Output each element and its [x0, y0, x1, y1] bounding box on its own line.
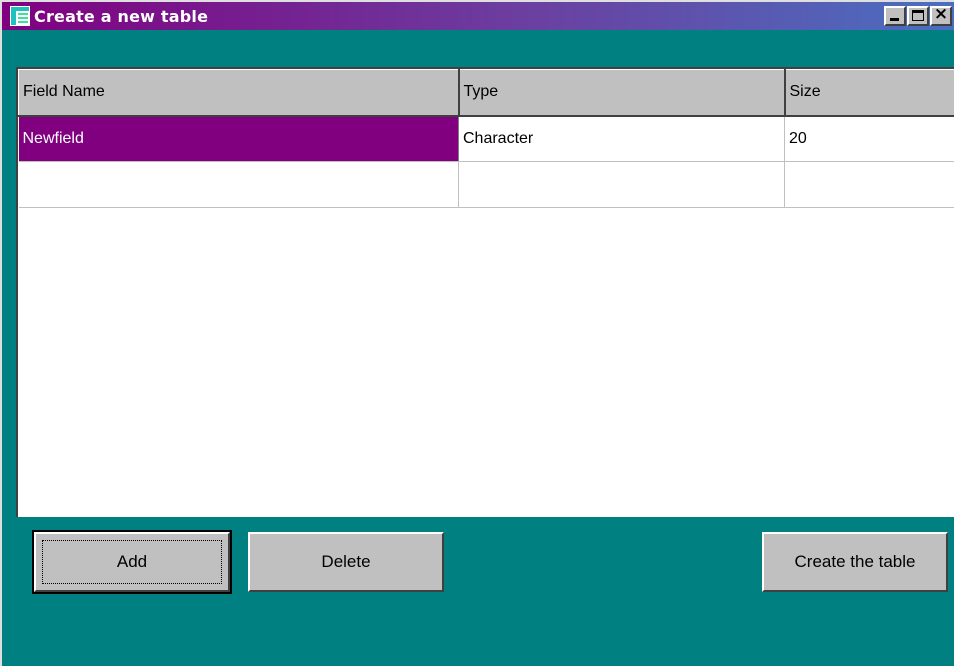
cell-size[interactable]: 20: [784, 115, 954, 162]
close-icon: ×: [933, 4, 949, 24]
create-table-button[interactable]: Create the table: [762, 532, 948, 592]
table-row: [18, 161, 954, 208]
window-controls: ×: [883, 4, 952, 26]
delete-button-label: Delete: [321, 552, 371, 571]
add-button-label: Add: [116, 552, 148, 571]
maximize-button[interactable]: [907, 6, 929, 26]
fields-table: Field Name Type Size Newfield Character …: [18, 69, 954, 208]
column-header-size[interactable]: Size: [784, 69, 954, 117]
cell-field-name[interactable]: Newfield: [18, 115, 459, 162]
create-table-button-label: Create the table: [794, 552, 916, 571]
column-header-field-name[interactable]: Field Name: [18, 69, 460, 117]
close-button[interactable]: ×: [930, 4, 952, 26]
table-app-icon: [10, 6, 30, 26]
cell-type[interactable]: [458, 161, 785, 208]
cell-type[interactable]: Character: [458, 115, 785, 162]
delete-button[interactable]: Delete: [248, 532, 444, 592]
table-row: Newfield Character 20: [18, 115, 954, 162]
create-table-window: Create a new table × Field Name Type Siz…: [0, 0, 954, 666]
fields-grid[interactable]: Field Name Type Size Newfield Character …: [16, 67, 954, 517]
title-bar[interactable]: Create a new table ×: [2, 2, 954, 30]
add-button[interactable]: Add: [32, 530, 232, 594]
cell-size[interactable]: [784, 161, 954, 208]
minimize-icon: [890, 18, 899, 21]
window-title: Create a new table: [34, 6, 209, 26]
cell-field-name[interactable]: [18, 161, 459, 208]
column-header-type[interactable]: Type: [458, 69, 786, 117]
maximize-icon: [912, 10, 924, 21]
minimize-button[interactable]: [884, 6, 906, 26]
grid-header-row: Field Name Type Size: [18, 69, 954, 117]
